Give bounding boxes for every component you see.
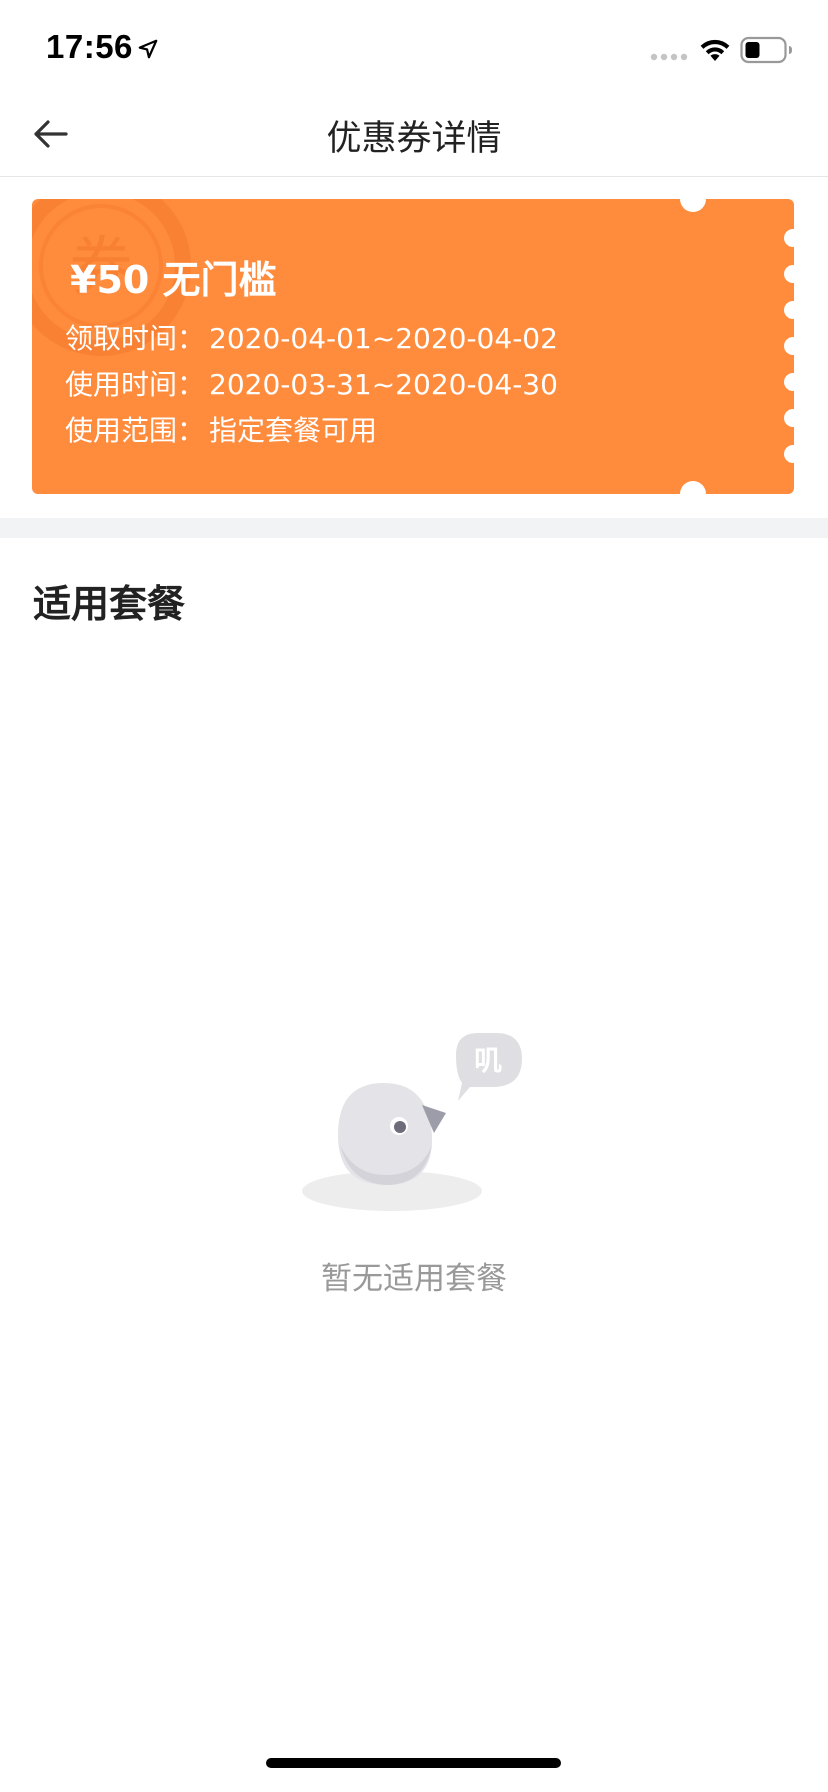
navigation-bar: 优惠券详情 <box>0 100 828 177</box>
page-title: 优惠券详情 <box>326 119 502 159</box>
bird-mascot-icon: 叽 <box>302 1033 522 1211</box>
claim-time-label: 领取时间： <box>65 322 206 355</box>
claim-time-value: 2020-04-01~2020-04-02 <box>209 322 558 355</box>
location-arrow-icon <box>138 39 158 59</box>
coupon-edge-dot <box>784 337 794 355</box>
coupon-claim-time: 领取时间： 2020-04-01~2020-04-02 <box>65 317 558 357</box>
section-title: 适用套餐 <box>33 582 186 626</box>
scope-value: 指定套餐可用 <box>209 414 378 447</box>
coupon-card: 券 ¥50 无门槛 领取时间： 2020-04-01~2020-04-02 使用时… <box>32 199 794 494</box>
use-time-value: 2020-03-31~2020-04-30 <box>209 368 558 401</box>
scope-label: 使用范围： <box>65 414 206 447</box>
coupon-amount: ¥50 无门槛 <box>70 258 277 302</box>
coupon-edge-dot <box>784 373 794 391</box>
wifi-icon <box>700 39 730 61</box>
section-divider <box>0 518 828 538</box>
svg-text:叽: 叽 <box>474 1044 502 1077</box>
status-time: 17:56 <box>46 28 133 65</box>
coupon-notch-top <box>680 199 706 212</box>
coupon-edge-dot <box>784 229 794 247</box>
empty-state-message: 暂无适用套餐 <box>321 1261 507 1297</box>
cellular-signal-icon <box>650 53 688 61</box>
coupon-use-time: 使用时间： 2020-03-31~2020-04-30 <box>65 363 558 403</box>
coupon-notch-bottom <box>680 481 706 494</box>
home-indicator[interactable] <box>266 1758 561 1768</box>
coupon-edge-dot <box>784 409 794 427</box>
battery-icon <box>740 36 792 64</box>
status-bar: 17:56 <box>0 0 828 100</box>
use-time-label: 使用时间： <box>65 368 206 401</box>
coupon-edge-dot <box>784 265 794 283</box>
coupon-edge-dot <box>784 445 794 463</box>
coupon-edge-dot <box>784 301 794 319</box>
coupon-scope: 使用范围： 指定套餐可用 <box>65 409 377 449</box>
